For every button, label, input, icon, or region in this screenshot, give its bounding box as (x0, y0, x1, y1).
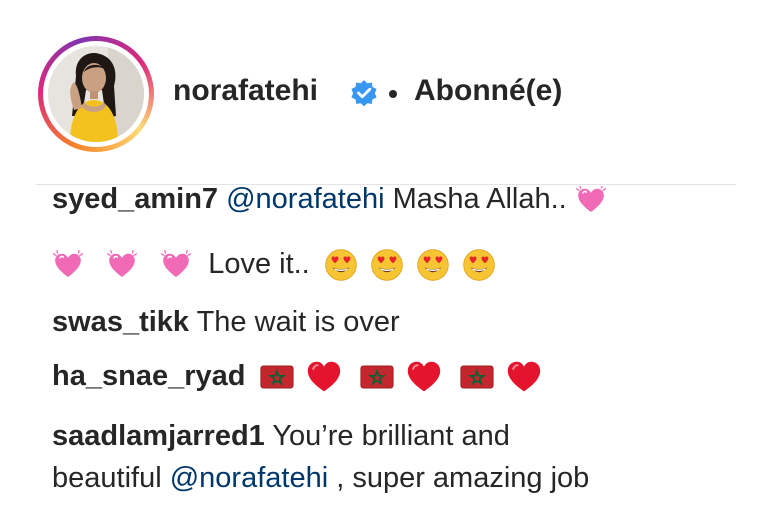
story-ring[interactable] (38, 36, 154, 152)
heart-eyes-icon (416, 248, 450, 282)
red-heart-icon (506, 359, 542, 395)
comment-username[interactable]: saadlamjarred1 (52, 420, 265, 452)
sparkling-heart-icon (106, 249, 138, 281)
profile-photo-icon (48, 46, 144, 142)
comment-text: You’re brilliant and (272, 420, 510, 452)
mention-link[interactable]: @norafatehi (170, 462, 328, 494)
sparkling-heart-icon (575, 186, 607, 216)
post-header: norafatehi Abonné(e) (0, 0, 768, 185)
comment-text: , super amazing job (336, 462, 590, 494)
comment-username[interactable]: swas_tikk (52, 306, 189, 338)
separator-dot (389, 90, 397, 98)
comment-text: beautiful (52, 462, 162, 494)
comment-list: syed_amin7 @norafatehi Masha Allah.. Lov… (0, 186, 768, 511)
heart-eyes-icon (324, 248, 358, 282)
divider (36, 184, 736, 185)
sparkling-heart-icon (160, 249, 192, 281)
mention-link[interactable]: @norafatehi (226, 186, 384, 215)
post-author-username[interactable]: norafatehi (173, 74, 318, 108)
morocco-flag-icon (260, 365, 294, 389)
avatar[interactable] (48, 46, 144, 142)
comment-text: Masha Allah.. (392, 186, 567, 215)
heart-eyes-icon (370, 248, 404, 282)
verified-badge-icon (349, 78, 379, 108)
comment-username[interactable]: syed_amin7 (52, 186, 218, 215)
comment-item: syed_amin7 @norafatehi Masha Allah.. (52, 186, 607, 221)
comment-item: saadlamjarred1 You’re brilliant and (52, 414, 510, 458)
comment-text: The wait is over (196, 306, 400, 338)
comment-item: swas_tikk The wait is over (52, 300, 400, 344)
morocco-flag-icon (360, 365, 394, 389)
comment-item-continuation: beautiful @norafatehi , super amazing jo… (52, 456, 589, 500)
avatar-border (43, 41, 149, 147)
comment-text: Love it.. (208, 248, 310, 280)
red-heart-icon (406, 359, 442, 395)
comment-item-continuation: Love it.. (52, 242, 496, 286)
red-heart-icon (306, 359, 342, 395)
comment-item: ha_snae_ryad (52, 354, 542, 398)
follow-status-button[interactable]: Abonné(e) (414, 74, 562, 108)
morocco-flag-icon (460, 365, 494, 389)
comment-username[interactable]: ha_snae_ryad (52, 360, 245, 392)
sparkling-heart-icon (52, 249, 84, 281)
heart-eyes-icon (462, 248, 496, 282)
